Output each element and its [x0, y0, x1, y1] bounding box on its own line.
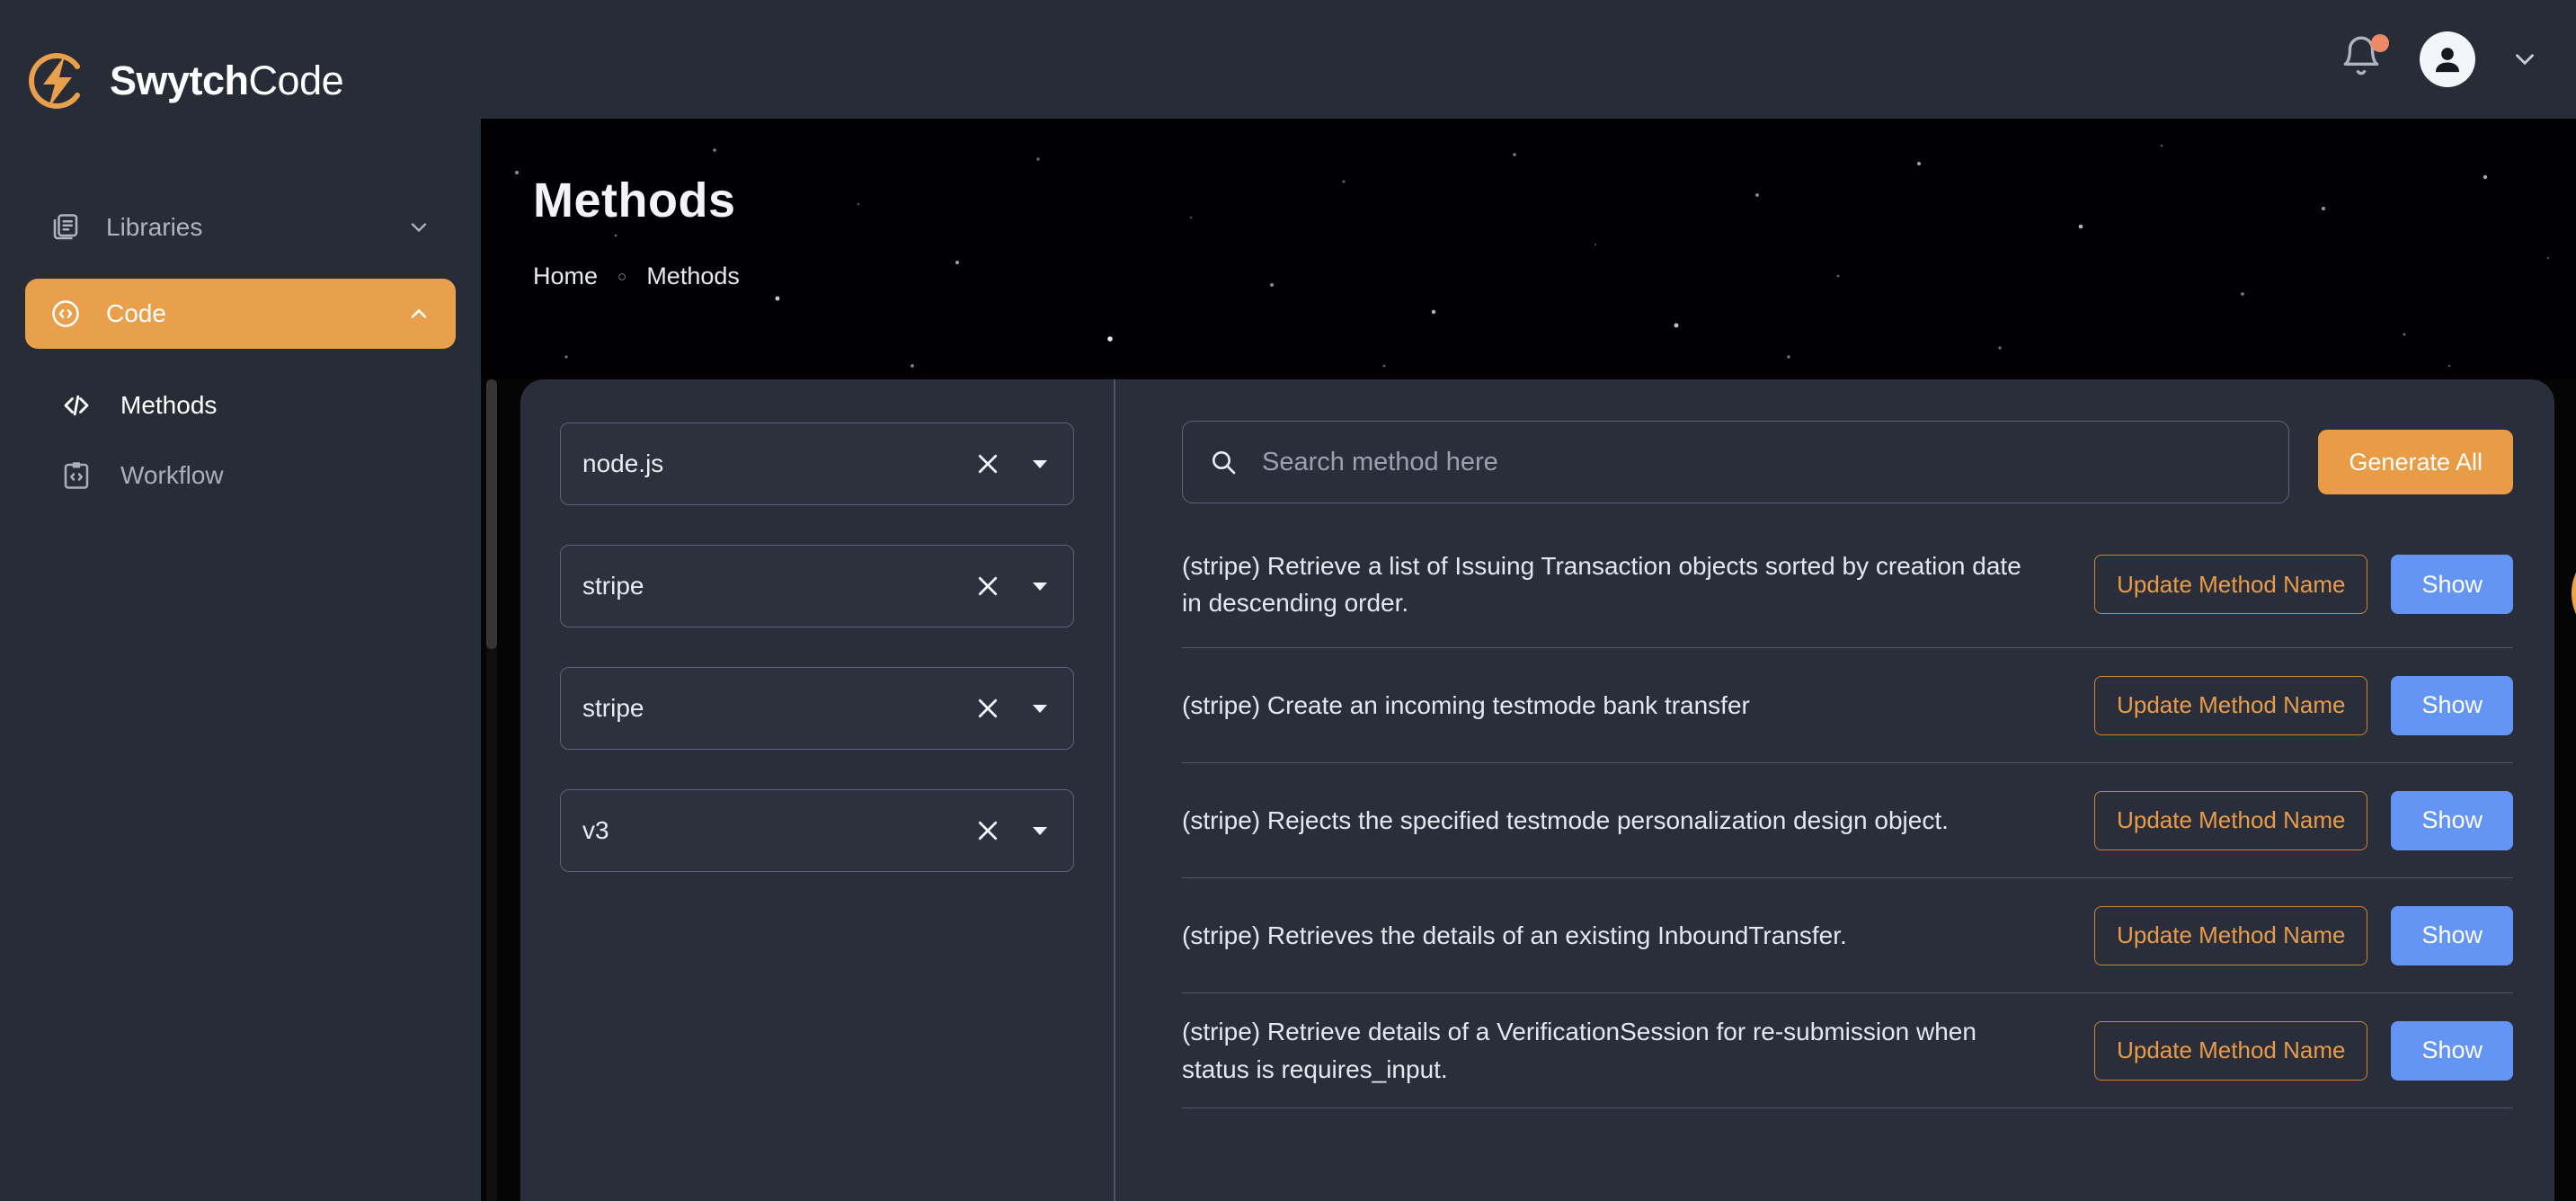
filter-value: stripe — [582, 694, 644, 722]
close-x-icon[interactable] — [973, 815, 1003, 846]
sidebar-item-libraries[interactable]: Libraries — [25, 192, 456, 262]
filter-value: node.js — [582, 449, 664, 477]
top-bar — [481, 0, 2576, 119]
lightning-bolt-logo-icon — [25, 49, 90, 113]
close-x-icon[interactable] — [973, 571, 1003, 601]
update-method-name-button[interactable]: Update Method Name — [2094, 1020, 2368, 1081]
brand-name: SwytchCode — [110, 58, 344, 104]
caret-down-icon[interactable] — [1028, 574, 1052, 598]
sidebar-subitem-label: Workflow — [120, 461, 224, 489]
sidebar-item-label: Code — [106, 299, 166, 327]
sidebar-item-methods[interactable]: Methods — [25, 370, 456, 440]
caret-down-icon[interactable] — [1028, 819, 1052, 842]
chevron-down-icon — [2516, 54, 2534, 66]
chevron-down-icon[interactable] — [405, 214, 432, 241]
filter-value: v3 — [582, 816, 609, 844]
notifications-button[interactable] — [2339, 34, 2389, 85]
breadcrumb-separator-icon: ○ — [617, 267, 627, 285]
content-card-area: node.js stripe stripe v3 Search method h… — [481, 379, 2576, 1201]
user-avatar[interactable] — [2420, 31, 2475, 87]
brand-logo-area[interactable]: SwytchCode — [0, 0, 481, 119]
method-description: (stripe) Retrieves the details of an exi… — [1182, 921, 1847, 949]
search-row: Generate All — [1182, 421, 2513, 503]
method-description: (stripe) Create an incoming testmode ban… — [1182, 690, 1750, 719]
table-row: (stripe) Rejects the specified testmode … — [1182, 762, 2513, 877]
table-row — [1182, 1108, 2513, 1125]
method-description: (stripe) Retrieve a list of Issuing Tran… — [1182, 551, 2021, 617]
table-row: (stripe) Retrieves the details of an exi… — [1182, 877, 2513, 992]
breadcrumb-item-home[interactable]: Home — [533, 262, 598, 290]
chevron-up-icon[interactable] — [405, 300, 432, 327]
update-method-name-button[interactable]: Update Method Name — [2094, 675, 2368, 735]
brand-name-bold: Swytch — [110, 58, 249, 103]
sidebar: SwytchCode Libraries Code Methods Workfl… — [0, 0, 481, 1201]
library-books-icon — [49, 210, 83, 245]
scrollbar-thumb[interactable] — [486, 379, 497, 649]
show-button[interactable]: Show — [2391, 790, 2513, 850]
account-menu-chevron[interactable] — [2509, 44, 2540, 75]
user-avatar-icon — [2436, 48, 2459, 73]
app-root: SwytchCode Libraries Code Methods Workfl… — [0, 0, 2576, 1201]
sidebar-item-workflow[interactable]: Workflow — [25, 440, 456, 511]
show-button[interactable]: Show — [2391, 1020, 2513, 1081]
code-brackets-icon — [59, 388, 93, 423]
methods-list: (stripe) Retrieve a list of Issuing Tran… — [1182, 541, 2513, 1125]
search-input[interactable] — [1262, 447, 2264, 477]
close-x-icon[interactable] — [973, 693, 1003, 724]
show-button[interactable]: Show — [2391, 905, 2513, 965]
sidebar-item-label: Libraries — [106, 213, 203, 241]
search-icon — [1208, 447, 1239, 477]
filters-panel: node.js stripe stripe v3 — [520, 379, 1114, 1201]
filter-select-version[interactable]: v3 — [560, 789, 1074, 872]
sidebar-item-code[interactable]: Code — [25, 279, 456, 349]
brand-name-light: Code — [248, 58, 344, 103]
page-hero: Methods Home ○ Methods — [481, 119, 2576, 379]
filter-value: stripe — [582, 572, 644, 600]
filter-select-provider[interactable]: stripe — [560, 667, 1074, 750]
notification-badge-dot — [2371, 34, 2389, 52]
update-method-name-button[interactable]: Update Method Name — [2094, 790, 2368, 850]
breadcrumb-item-methods[interactable]: Methods — [646, 262, 740, 290]
generate-all-button[interactable]: Generate All — [2318, 430, 2513, 494]
update-method-name-button[interactable]: Update Method Name — [2094, 555, 2368, 614]
search-box[interactable] — [1182, 421, 2290, 503]
content-card: node.js stripe stripe v3 Search method h… — [520, 379, 2554, 1201]
filter-select-language[interactable]: node.js — [560, 423, 1074, 505]
filter-select-library[interactable]: stripe — [560, 545, 1074, 627]
starfield-background — [515, 144, 2550, 368]
sidebar-subitem-label: Methods — [120, 391, 218, 419]
main-content: Methods Home ○ Methods node.js stripe st… — [481, 0, 2576, 1201]
method-description: (stripe) Retrieve details of a Verificat… — [1182, 1018, 1976, 1083]
clipboard-code-icon — [59, 458, 93, 493]
content-scrollbar[interactable] — [486, 379, 497, 1201]
methods-panel: Generate All (stripe) Retrieve a list of… — [1115, 379, 2554, 1201]
update-method-name-button[interactable]: Update Method Name — [2094, 905, 2368, 965]
code-circle-icon — [49, 297, 83, 331]
method-description: (stripe) Rejects the specified testmode … — [1182, 805, 1949, 834]
table-row: (stripe) Create an incoming testmode ban… — [1182, 647, 2513, 762]
sidebar-nav: Libraries Code — [0, 192, 481, 370]
close-x-icon[interactable] — [973, 449, 1003, 479]
show-button[interactable]: Show — [2391, 675, 2513, 735]
page-title: Methods — [533, 173, 736, 227]
table-row: (stripe) Retrieve details of a Verificat… — [1182, 992, 2513, 1108]
caret-down-icon[interactable] — [1028, 697, 1052, 720]
table-row: (stripe) Retrieve a list of Issuing Tran… — [1182, 541, 2513, 647]
caret-down-icon[interactable] — [1028, 452, 1052, 476]
show-button[interactable]: Show — [2391, 555, 2513, 614]
breadcrumb: Home ○ Methods — [533, 262, 2576, 290]
